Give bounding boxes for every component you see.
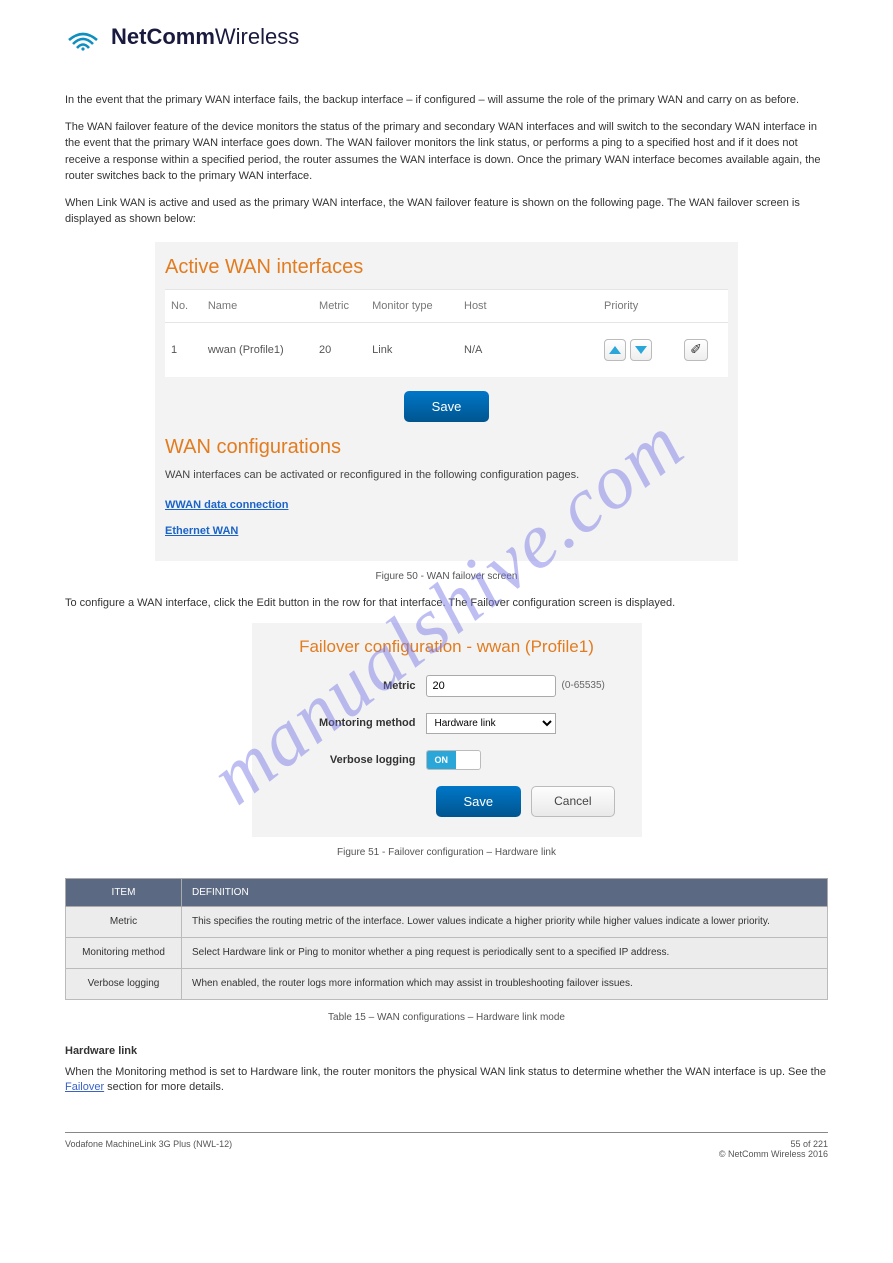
metric-input[interactable] — [426, 675, 556, 697]
table-row: 1 wwan (Profile1) 20 Link N/A — [165, 322, 728, 377]
gloss-def: Select Hardware link or Ping to monitor … — [182, 937, 828, 968]
footer-copyright: © NetComm Wireless 2016 — [719, 1149, 828, 1159]
footer-left: Vodafone MachineLink 3G Plus (NWL-12) — [65, 1139, 232, 1159]
verbose-toggle[interactable]: ON — [426, 750, 482, 770]
wifi-icon — [65, 22, 101, 52]
figure-caption-2: Figure 51 - Failover configuration – Har… — [65, 847, 828, 858]
table-row: Verbose logging When enabled, the router… — [66, 968, 828, 999]
cell-monitor: Link — [366, 322, 458, 377]
logo-text: NetCommWireless — [111, 24, 299, 50]
toggle-off-icon — [456, 751, 480, 769]
wan-table: No. Name Metric Monitor type Host Priori… — [165, 289, 728, 377]
edit-button[interactable] — [684, 339, 708, 361]
wan-config-heading: WAN configurations — [155, 436, 738, 463]
active-wan-heading: Active WAN interfaces — [155, 256, 738, 289]
failover-link[interactable]: Failover — [65, 1081, 104, 1093]
gloss-item: Metric — [66, 906, 182, 937]
priority-up-button[interactable] — [604, 339, 626, 361]
hardware-link-heading: Hardware link — [65, 1045, 828, 1057]
table-row: Metric This specifies the routing metric… — [66, 906, 828, 937]
pencil-icon — [690, 341, 702, 358]
between-text: To configure a WAN interface, click the … — [65, 596, 828, 611]
gloss-header-def: DEFINITION — [182, 878, 828, 906]
cell-metric: 20 — [313, 322, 366, 377]
gloss-item: Monitoring method — [66, 937, 182, 968]
verbose-label: Verbose logging — [266, 754, 426, 766]
failover-config-panel: Failover configuration - wwan (Profile1)… — [252, 623, 642, 837]
triangle-up-icon — [609, 346, 621, 354]
hardware-link-text: When the Monitoring method is set to Har… — [65, 1065, 828, 1096]
cell-host: N/A — [458, 322, 598, 377]
footer-page: 55 of 221 — [790, 1139, 828, 1149]
gloss-item: Verbose logging — [66, 968, 182, 999]
col-monitor: Monitor type — [366, 289, 458, 322]
brand-logo: NetCommWireless — [65, 22, 828, 52]
page-footer: Vodafone MachineLink 3G Plus (NWL-12) 55… — [65, 1132, 828, 1159]
table-header-row: No. Name Metric Monitor type Host Priori… — [165, 289, 728, 322]
monitoring-method-select[interactable]: Hardware link — [426, 713, 556, 734]
failover-heading: Failover configuration - wwan (Profile1) — [266, 637, 628, 657]
priority-down-button[interactable] — [630, 339, 652, 361]
table-row: Monitoring method Select Hardware link o… — [66, 937, 828, 968]
toggle-on-icon: ON — [427, 751, 457, 769]
failover-save-button[interactable]: Save — [436, 786, 522, 817]
intro-text: In the event that the primary WAN interf… — [65, 92, 828, 228]
failover-cancel-button[interactable]: Cancel — [531, 786, 614, 817]
wan-config-desc: WAN interfaces can be activated or recon… — [155, 463, 738, 491]
cell-edit — [678, 322, 728, 377]
col-actions — [678, 289, 728, 322]
gloss-header-item: ITEM — [66, 878, 182, 906]
col-metric: Metric — [313, 289, 366, 322]
metric-range: (0-65535) — [562, 680, 605, 691]
figure-caption-1: Figure 50 - WAN failover screen — [65, 571, 828, 582]
cell-name: wwan (Profile1) — [202, 322, 313, 377]
gloss-def: When enabled, the router logs more infor… — [182, 968, 828, 999]
gloss-def: This specifies the routing metric of the… — [182, 906, 828, 937]
metric-label: Metric — [266, 680, 426, 692]
cell-priority — [598, 322, 678, 377]
ethernet-wan-link[interactable]: Ethernet WAN — [165, 525, 238, 537]
col-host: Host — [458, 289, 598, 322]
definition-table: ITEM DEFINITION Metric This specifies th… — [65, 878, 828, 1000]
col-name: Name — [202, 289, 313, 322]
col-priority: Priority — [598, 289, 678, 322]
save-button[interactable]: Save — [404, 391, 490, 422]
col-no: No. — [165, 289, 202, 322]
monitoring-method-label: Montoring method — [266, 717, 426, 729]
table-caption: Table 15 – WAN configurations – Hardware… — [65, 1012, 828, 1023]
active-wan-panel: Active WAN interfaces No. Name Metric Mo… — [155, 242, 738, 561]
wwan-data-link[interactable]: WWAN data connection — [165, 499, 288, 511]
triangle-down-icon — [635, 346, 647, 354]
cell-no: 1 — [165, 322, 202, 377]
